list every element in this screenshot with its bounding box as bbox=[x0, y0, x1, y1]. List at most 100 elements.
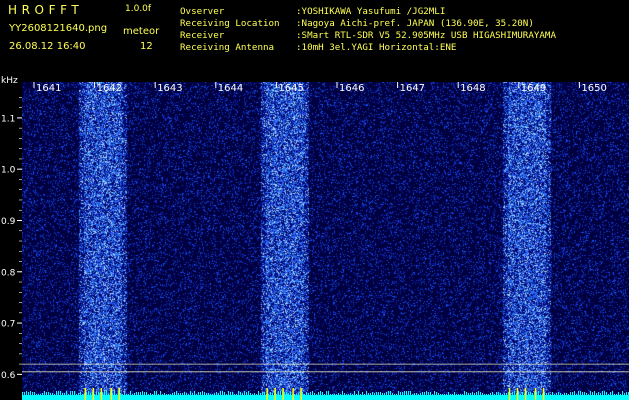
baseline-spike bbox=[416, 393, 417, 395]
baseline-spike bbox=[498, 392, 499, 395]
baseline-spike bbox=[464, 391, 465, 395]
baseline-spike bbox=[436, 392, 437, 395]
baseline-spike bbox=[482, 393, 483, 395]
baseline-spike bbox=[148, 394, 149, 395]
baseline-spike bbox=[434, 391, 435, 395]
baseline-spike bbox=[512, 392, 513, 395]
baseline-spike bbox=[56, 391, 57, 395]
baseline-spike bbox=[94, 394, 95, 395]
meteor-marker bbox=[534, 388, 537, 400]
baseline-spike bbox=[422, 392, 423, 395]
baseline-spike bbox=[340, 394, 341, 395]
baseline-spike bbox=[574, 391, 575, 395]
baseline-spike bbox=[210, 394, 211, 395]
baseline-spike bbox=[538, 391, 539, 395]
baseline-spike bbox=[396, 394, 397, 395]
baseline-spike bbox=[198, 392, 199, 395]
baseline-spike bbox=[202, 391, 203, 395]
baseline-spike bbox=[120, 393, 121, 395]
baseline-spike bbox=[550, 394, 551, 395]
baseline-spike bbox=[46, 392, 47, 395]
baseline-spike bbox=[168, 394, 169, 395]
baseline-spike bbox=[108, 394, 109, 395]
baseline-spike bbox=[564, 393, 565, 395]
baseline-spike bbox=[160, 391, 161, 395]
baseline-spike bbox=[368, 393, 369, 395]
meteor-marker bbox=[282, 388, 284, 400]
baseline-spike bbox=[558, 392, 559, 395]
baseline-spike bbox=[334, 394, 335, 395]
baseline-spike bbox=[360, 394, 361, 395]
baseline-spike bbox=[418, 394, 419, 395]
baseline-spike bbox=[138, 392, 139, 395]
header: HROFFT 1.0.0f YY2608121640.png 26.08.12 … bbox=[0, 0, 629, 76]
baseline-spike bbox=[164, 393, 165, 395]
baseline-spike bbox=[192, 393, 193, 395]
baseline-spike bbox=[88, 391, 89, 395]
location-value: :Nagoya Aichi-pref. JAPAN (136.90E, 35.2… bbox=[296, 18, 534, 29]
baseline-spike bbox=[152, 394, 153, 395]
baseline-spike bbox=[530, 392, 531, 395]
baseline-spike bbox=[374, 393, 375, 395]
baseline-spike bbox=[236, 394, 237, 395]
baseline-spike bbox=[134, 393, 135, 395]
baseline-spike bbox=[556, 393, 557, 395]
baseline-spike bbox=[224, 392, 225, 395]
baseline-spike bbox=[262, 392, 263, 395]
baseline-spike bbox=[228, 391, 229, 395]
baseline-spike bbox=[112, 393, 113, 395]
baseline-spike bbox=[54, 394, 55, 395]
baseline-spike bbox=[264, 392, 265, 395]
baseline-spike bbox=[420, 393, 421, 395]
baseline-spike bbox=[370, 393, 371, 395]
baseline-spike bbox=[172, 393, 173, 395]
baseline-spike bbox=[562, 394, 563, 395]
baseline-spike bbox=[602, 391, 603, 395]
baseline-spike bbox=[488, 394, 489, 395]
baseline-spike bbox=[384, 393, 385, 395]
baseline-spike bbox=[428, 392, 429, 395]
time-label: 1641 bbox=[36, 83, 61, 94]
baseline-spike bbox=[504, 393, 505, 395]
location-label: Receiving Location bbox=[180, 18, 280, 29]
baseline-spike bbox=[284, 392, 285, 395]
baseline-spike bbox=[366, 391, 367, 395]
baseline-spike bbox=[618, 392, 619, 395]
baseline-spike bbox=[392, 393, 393, 395]
baseline-spike bbox=[190, 391, 191, 395]
baseline-spike bbox=[608, 394, 609, 395]
baseline-spike bbox=[298, 393, 299, 395]
baseline-spike bbox=[502, 394, 503, 395]
baseline-spike bbox=[58, 391, 59, 395]
antenna-value: :10mH 3el.YAGI Horizontal:ENE bbox=[296, 42, 457, 53]
baseline-spike bbox=[412, 394, 413, 395]
baseline-spike bbox=[38, 394, 39, 395]
baseline-spike bbox=[364, 394, 365, 395]
baseline-spike bbox=[308, 393, 309, 395]
baseline-spike bbox=[230, 392, 231, 395]
baseline-spike bbox=[102, 392, 103, 395]
baseline-spike bbox=[124, 393, 125, 395]
baseline-spike bbox=[40, 394, 41, 395]
baseline-spike bbox=[448, 392, 449, 395]
baseline-spike bbox=[372, 392, 373, 395]
baseline-spike bbox=[320, 391, 321, 395]
baseline-spike bbox=[36, 394, 37, 395]
baseline-spike bbox=[568, 394, 569, 395]
baseline-spike bbox=[78, 393, 79, 395]
baseline-spike bbox=[30, 391, 31, 395]
baseline-spike bbox=[194, 391, 195, 395]
baseline-spike bbox=[128, 394, 129, 395]
baseline-spike bbox=[226, 394, 227, 395]
baseline-spike bbox=[240, 392, 241, 395]
baseline-spike bbox=[472, 392, 473, 395]
baseline-spike bbox=[166, 394, 167, 395]
baseline-spike bbox=[176, 391, 177, 395]
baseline-spike bbox=[598, 392, 599, 395]
baseline-spike bbox=[268, 394, 269, 395]
baseline-spike bbox=[548, 393, 549, 395]
baseline-spike bbox=[170, 394, 171, 395]
time-label: 1645 bbox=[278, 83, 303, 94]
baseline-spike bbox=[154, 391, 155, 395]
baseline-spike bbox=[246, 392, 247, 395]
